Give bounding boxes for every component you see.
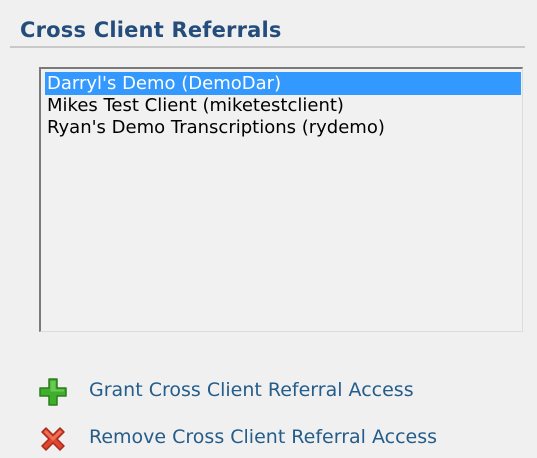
section-header: Cross Client Referrals — [10, 10, 525, 48]
plus-icon — [38, 377, 68, 407]
client-option[interactable]: Darryl's Demo (DemoDar) — [45, 72, 521, 95]
client-option[interactable]: Ryan's Demo Transcriptions (rydemo) — [45, 116, 385, 139]
cross-client-referrals-panel: Cross Client Referrals Darryl's Demo (De… — [0, 0, 537, 457]
remove-access-link[interactable]: Remove Cross Client Referral Access — [38, 422, 528, 456]
x-icon — [38, 424, 68, 454]
section-title: Cross Client Referrals — [20, 18, 282, 42]
grant-access-label: Grant Cross Client Referral Access — [89, 379, 414, 401]
remove-access-label: Remove Cross Client Referral Access — [89, 426, 438, 448]
client-listbox[interactable]: Darryl's Demo (DemoDar) Mikes Test Clien… — [39, 67, 523, 332]
grant-access-link[interactable]: Grant Cross Client Referral Access — [38, 375, 528, 409]
client-option[interactable]: Mikes Test Client (miketestclient) — [45, 94, 344, 117]
